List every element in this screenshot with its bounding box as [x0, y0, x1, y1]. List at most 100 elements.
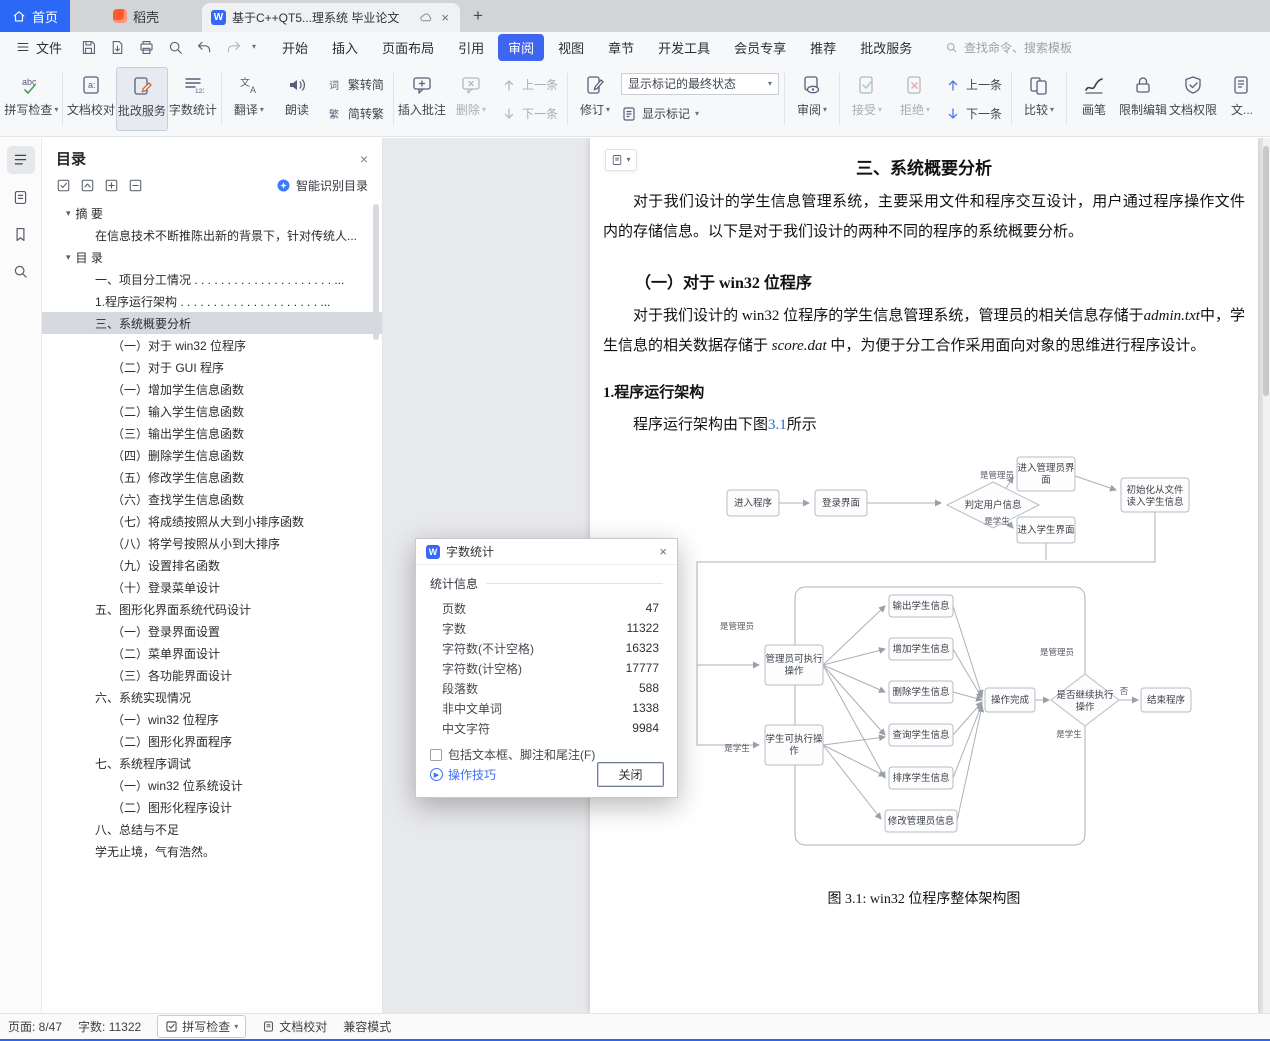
include-footnotes-checkbox[interactable]: 包括文本框、脚注和尾注(F): [430, 746, 663, 763]
ribbon-tab[interactable]: 引用: [448, 34, 494, 61]
ribbon-tab[interactable]: 开始: [272, 34, 318, 61]
ribbon-tab[interactable]: 会员专享: [724, 34, 796, 61]
spell-check-button[interactable]: abc 拼写检查 ▾: [4, 67, 59, 131]
outline-scrollbar[interactable]: [373, 204, 379, 340]
accept-revision-button[interactable]: 接受 ▾: [843, 67, 891, 131]
outline-item[interactable]: ▾ 1.程序运行架构 . . . . . . . . . . . . . . .…: [42, 290, 382, 312]
save-icon[interactable]: [78, 37, 98, 57]
smart-toc-button[interactable]: 智能识别目录: [276, 177, 368, 194]
outline-item[interactable]: ▾ （一）win32 位系统设计: [42, 774, 382, 796]
outline-item[interactable]: ▾ （四）删除学生信息函数: [42, 444, 382, 466]
outline-item[interactable]: ▾ 一、项目分工情况 . . . . . . . . . . . . . . .…: [42, 268, 382, 290]
outline-item[interactable]: ▾ （二）图形化界面程序: [42, 730, 382, 752]
chevron-down-icon[interactable]: ▾: [66, 252, 71, 263]
outline-item[interactable]: ▾ 六、系统实现情况: [42, 686, 382, 708]
ribbon-tab[interactable]: 插入: [322, 34, 368, 61]
grading-service-button[interactable]: 批改服务: [115, 67, 168, 131]
outline-item[interactable]: ▾ 三、系统概要分析: [42, 312, 382, 334]
revision-button[interactable]: 修订 ▾: [571, 67, 619, 131]
compare-button[interactable]: 比较 ▾: [1015, 67, 1063, 131]
reject-revision-button[interactable]: 拒绝 ▾: [891, 67, 939, 131]
insert-comment-button[interactable]: 插入批注: [397, 67, 447, 131]
outline-item[interactable]: ▾ （三）输出学生信息函数: [42, 422, 382, 444]
bookmark-icon[interactable]: [7, 220, 35, 248]
figure-ref-link[interactable]: 3.1: [768, 417, 787, 433]
review-button[interactable]: 审阅 ▾: [788, 67, 836, 131]
next-comment-button[interactable]: 下一条: [495, 102, 564, 126]
close-panel-icon[interactable]: ×: [360, 151, 368, 167]
outline-item[interactable]: ▾ （一）增加学生信息函数: [42, 378, 382, 400]
markup-state-select[interactable]: 显示标记的最终状态 ▾: [620, 72, 779, 95]
pen-button[interactable]: 画笔: [1070, 67, 1118, 131]
document-page[interactable]: 三、系统概要分析 对于我们设计的学生信息管理系统，主要采用文件和程序交互设计，用…: [590, 138, 1258, 1013]
collapse-all-icon[interactable]: [128, 178, 143, 193]
scrollbar-thumb[interactable]: [1263, 146, 1269, 396]
tab-docer[interactable]: 稻壳: [70, 0, 202, 32]
print-icon[interactable]: [136, 37, 156, 57]
simp-to-trad-button[interactable]: 繁 简转繁: [321, 102, 390, 126]
outline-item[interactable]: ▾ 在信息技术不断推陈出新的背景下，针对传统人...: [42, 224, 382, 246]
doc-proof-button[interactable]: a: 文档校对: [66, 67, 116, 131]
print-preview-icon[interactable]: [165, 37, 185, 57]
outline-item[interactable]: ▾ （二）图形化程序设计: [42, 796, 382, 818]
tips-link[interactable]: ▶ 操作技巧: [430, 766, 496, 783]
dialog-titlebar[interactable]: W 字数统计 ×: [416, 539, 677, 565]
doc-permission-button[interactable]: 文档权限: [1168, 67, 1218, 131]
outline-panel-icon[interactable]: [6, 146, 35, 174]
undo-icon[interactable]: [194, 37, 214, 57]
outline-item[interactable]: ▾ 七、系统程序调试: [42, 752, 382, 774]
ribbon-tab[interactable]: 视图: [548, 34, 594, 61]
outline-item[interactable]: ▾ （九）设置排名函数: [42, 554, 382, 576]
outline-item[interactable]: ▾ （一）win32 位程序: [42, 708, 382, 730]
word-count-button[interactable]: 123 字数统计: [168, 67, 218, 131]
ribbon-tab[interactable]: 推荐: [800, 34, 846, 61]
outline-item[interactable]: ▾ 学无止境，气有浩然。: [42, 840, 382, 862]
outline-item[interactable]: ▾ （三）各功能界面设计: [42, 664, 382, 686]
show-markup-button[interactable]: 显示标记 ▾: [621, 102, 779, 126]
redo-icon[interactable]: [223, 37, 243, 57]
prev-comment-button[interactable]: 上一条: [495, 73, 564, 97]
outline-item[interactable]: ▾ （八）将学号按照从小到大排序: [42, 532, 382, 554]
checkbox-icon[interactable]: [430, 748, 442, 761]
close-dialog-icon[interactable]: ×: [659, 544, 667, 559]
chevron-down-icon[interactable]: ▾: [66, 208, 71, 219]
close-button[interactable]: 关闭: [597, 762, 664, 787]
command-search[interactable]: 查找命令、搜索模板: [945, 39, 1072, 56]
ribbon-tab[interactable]: 审阅: [498, 33, 545, 61]
trad-to-simp-button[interactable]: 词 繁转简: [321, 73, 390, 97]
restrict-edit-button[interactable]: 限制编辑: [1118, 67, 1168, 131]
ribbon-tab[interactable]: 批改服务: [850, 34, 922, 61]
expand-all-icon[interactable]: [104, 178, 119, 193]
collapse-up-icon[interactable]: [80, 178, 95, 193]
close-tab-icon[interactable]: ×: [439, 10, 451, 25]
outline-item[interactable]: ▾ 目 录: [42, 246, 382, 268]
quick-access-caret-icon[interactable]: ▾: [252, 43, 256, 51]
delete-comment-button[interactable]: 删除 ▾: [447, 67, 495, 131]
outline-item[interactable]: ▾ （二）菜单界面设计: [42, 642, 382, 664]
outline-item[interactable]: ▾ （一）登录界面设置: [42, 620, 382, 642]
export-icon[interactable]: [107, 37, 127, 57]
ribbon-tab[interactable]: 开发工具: [648, 34, 720, 61]
search-panel-icon[interactable]: [7, 257, 35, 285]
cloud-sync-icon[interactable]: [419, 11, 433, 25]
prev-revision-button[interactable]: 上一条: [939, 73, 1008, 97]
outline-item[interactable]: ▾ （一）对于 win32 位程序: [42, 334, 382, 356]
outline-item[interactable]: ▾ （十）登录菜单设计: [42, 576, 382, 598]
outline-item[interactable]: ▾ （二）输入学生信息函数: [42, 400, 382, 422]
outline-item[interactable]: ▾ 八、总结与不足: [42, 818, 382, 840]
doc-proof-status-button[interactable]: 文档校对: [262, 1018, 327, 1035]
outline-item[interactable]: ▾ （七）将成绩按照从大到小排序函数: [42, 510, 382, 532]
outline-item[interactable]: ▾ （二）对于 GUI 程序: [42, 356, 382, 378]
outline-item[interactable]: ▾ 五、图形化界面系统代码设计: [42, 598, 382, 620]
overflow-button[interactable]: 文...: [1218, 67, 1266, 131]
next-revision-button[interactable]: 下一条: [939, 102, 1008, 126]
page-settings-button[interactable]: ▾: [605, 149, 637, 171]
outline-item[interactable]: ▾ （六）查找学生信息函数: [42, 488, 382, 510]
ribbon-tab[interactable]: 章节: [598, 34, 644, 61]
outline-item[interactable]: ▾ 摘 要: [42, 202, 382, 224]
word-count-indicator[interactable]: 字数: 11322: [78, 1018, 141, 1035]
read-aloud-button[interactable]: 朗读: [273, 67, 321, 131]
ribbon-tab[interactable]: 页面布局: [372, 34, 444, 61]
notes-panel-icon[interactable]: [7, 183, 35, 211]
spell-check-toggle[interactable]: 拼写检查 ▾: [157, 1015, 247, 1038]
